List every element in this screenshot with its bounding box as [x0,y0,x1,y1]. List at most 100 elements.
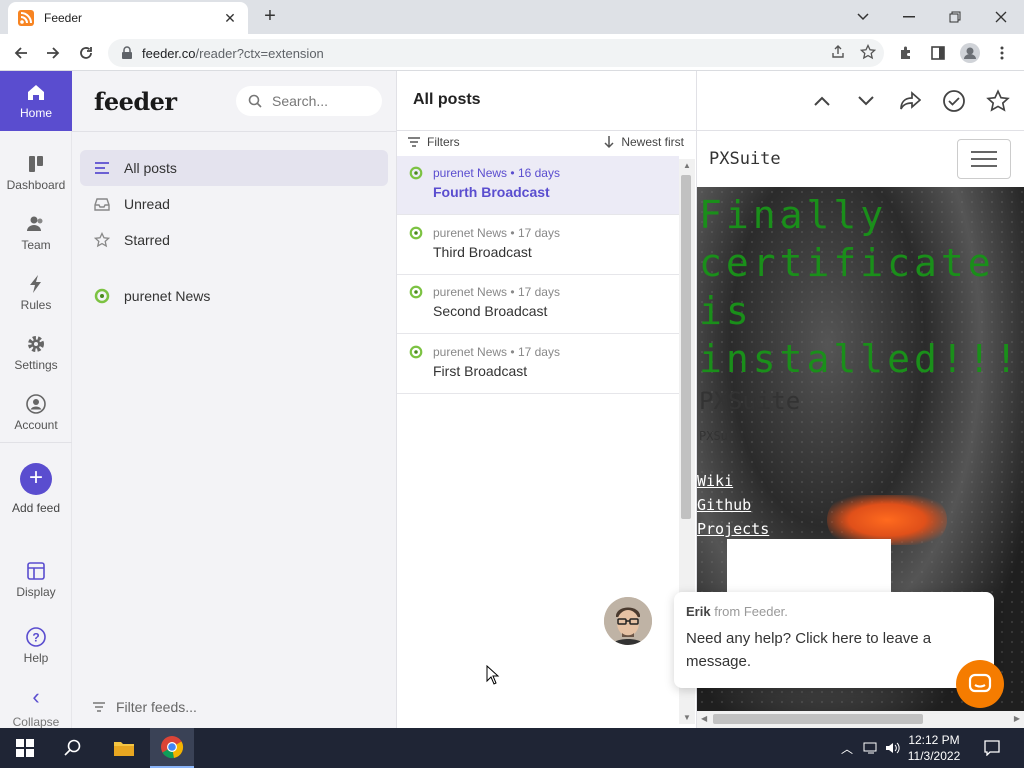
list-item[interactable]: purenet News • 16 days Fourth Broadcast [397,156,679,215]
chat-icon [968,673,992,693]
previous-post-button[interactable] [808,87,836,115]
link-projects[interactable]: Projects [697,517,769,541]
scroll-left-icon[interactable]: ◀ [701,714,707,723]
arrow-down-icon [604,136,614,149]
nav-settings[interactable]: Settings [0,323,72,383]
hamburger-menu-icon[interactable] [957,139,1011,179]
nav-home-label: Home [19,106,52,120]
back-arrow-icon[interactable] [8,40,34,66]
star-post-button[interactable] [984,87,1012,115]
system-clock[interactable]: 12:12 PM 11/3/2022 [902,732,966,764]
sidebar-item-unread[interactable]: Unread [80,186,388,222]
nav-help[interactable]: ? Help [0,616,72,676]
scroll-up-icon[interactable]: ▲ [683,161,691,170]
article-image-placeholder [727,539,891,599]
hero-orange-glow [827,495,947,545]
notification-icon[interactable] [980,728,1004,768]
tab-close-icon[interactable]: ✕ [222,10,238,27]
browser-tab[interactable]: Feeder ✕ [8,2,248,34]
windows-start-icon[interactable] [10,728,40,768]
scroll-down-icon[interactable]: ▼ [683,713,691,722]
search-input[interactable]: Search... [236,86,382,116]
chat-launcher-button[interactable] [956,660,1004,708]
chat-message-bubble[interactable]: Erik from Feeder. Need any help? Click h… [674,592,994,688]
collapse-button[interactable]: ‹ Collapse [0,684,72,730]
sidebar-item-all-posts[interactable]: All posts [80,150,388,186]
minimize-icon[interactable] [886,0,932,34]
feed-favicon-icon [94,288,110,304]
tray-chevron-icon[interactable]: ︿ [838,728,856,768]
scrollbar-thumb[interactable] [713,714,923,724]
nav-home[interactable]: Home [0,71,72,131]
extensions-puzzle-icon[interactable] [893,40,919,66]
collapse-label: Collapse [12,715,60,729]
sidebar-item-label: Starred [124,232,170,248]
inbox-icon [94,198,110,211]
mark-read-button[interactable] [940,87,968,115]
profile-avatar-icon[interactable] [957,40,983,66]
forward-arrow-icon[interactable] [40,40,66,66]
window-close-icon[interactable] [978,0,1024,34]
svg-text:?: ? [32,631,39,645]
share-post-button[interactable] [896,87,924,115]
nav-dashboard[interactable]: Dashboard [0,143,72,203]
sidebar-item-starred[interactable]: Starred [80,222,388,258]
team-icon [27,216,43,231]
account-icon [26,394,46,414]
nav-rules-label: Rules [20,298,52,312]
avatar[interactable] [604,597,652,645]
feeds-sidebar: feeder Search... All posts Unread Starre… [72,71,397,728]
article-links: Wiki Github Projects [697,469,769,541]
browser-menu-icon[interactable] [989,40,1015,66]
network-icon[interactable] [862,728,880,768]
feed-favicon-icon [409,285,423,299]
rss-favicon-icon [18,10,34,26]
nav-team[interactable]: Team [0,203,72,263]
nav-account[interactable]: Account [0,383,72,443]
file-explorer-icon[interactable] [104,728,144,768]
post-title: Second Broadcast [433,303,548,319]
search-placeholder: Search... [272,93,329,109]
link-github[interactable]: Github [697,493,769,517]
reload-icon[interactable] [73,40,99,66]
nav-display-label: Display [16,585,56,599]
new-tab-button[interactable]: + [258,5,282,29]
sort-button[interactable]: Newest first [603,135,684,149]
restore-icon[interactable] [932,0,978,34]
tab-search-icon[interactable] [840,0,886,34]
volume-icon[interactable] [884,728,902,768]
scrollbar-thumb[interactable] [681,175,691,519]
side-panel-icon[interactable] [925,40,951,66]
feed-favicon-icon [409,226,423,240]
share-icon[interactable] [830,44,846,60]
star-icon [94,232,110,248]
nav-divider [0,442,72,443]
scroll-right-icon[interactable]: ▶ [1014,714,1020,723]
sidebar-item-label: Unread [124,196,170,212]
link-wiki[interactable]: Wiki [697,469,769,493]
list-item[interactable]: purenet News • 17 days First Broadcast [397,335,679,394]
filters-button[interactable]: Filters [407,135,460,149]
feeder-logo[interactable]: feeder [94,87,177,116]
next-post-button[interactable] [852,87,880,115]
lightning-icon [30,275,41,293]
taskbar-search-icon[interactable] [56,728,90,768]
reader-horizontal-scrollbar[interactable]: ◀ ▶ [697,711,1024,728]
chrome-taskbar-icon[interactable] [150,728,194,768]
support-agent-avatar-icon [604,597,652,645]
article-site-name: PXSuite [709,149,781,169]
sidebar-item-label: purenet News [124,288,211,304]
browser-toolbar: feeder.co/reader?ctx=extension [0,34,1024,71]
nav-rules[interactable]: Rules [0,263,72,323]
clock-date: 11/3/2022 [907,749,961,763]
list-item[interactable]: purenet News • 17 days Third Broadcast [397,216,679,275]
filter-feeds-input[interactable]: Filter feeds... [92,699,197,715]
sidebar-item-purenet-news[interactable]: purenet News [80,278,388,314]
nav-display[interactable]: Display [0,550,72,610]
bookmark-star-icon[interactable] [860,44,876,60]
add-feed-button[interactable]: + Add feed [0,463,72,515]
chevron-left-icon: ‹ [32,684,40,709]
address-bar[interactable]: feeder.co/reader?ctx=extension [108,39,884,67]
article-subheading: PXSuite [699,387,801,415]
list-item[interactable]: purenet News • 17 days Second Broadcast [397,275,679,334]
